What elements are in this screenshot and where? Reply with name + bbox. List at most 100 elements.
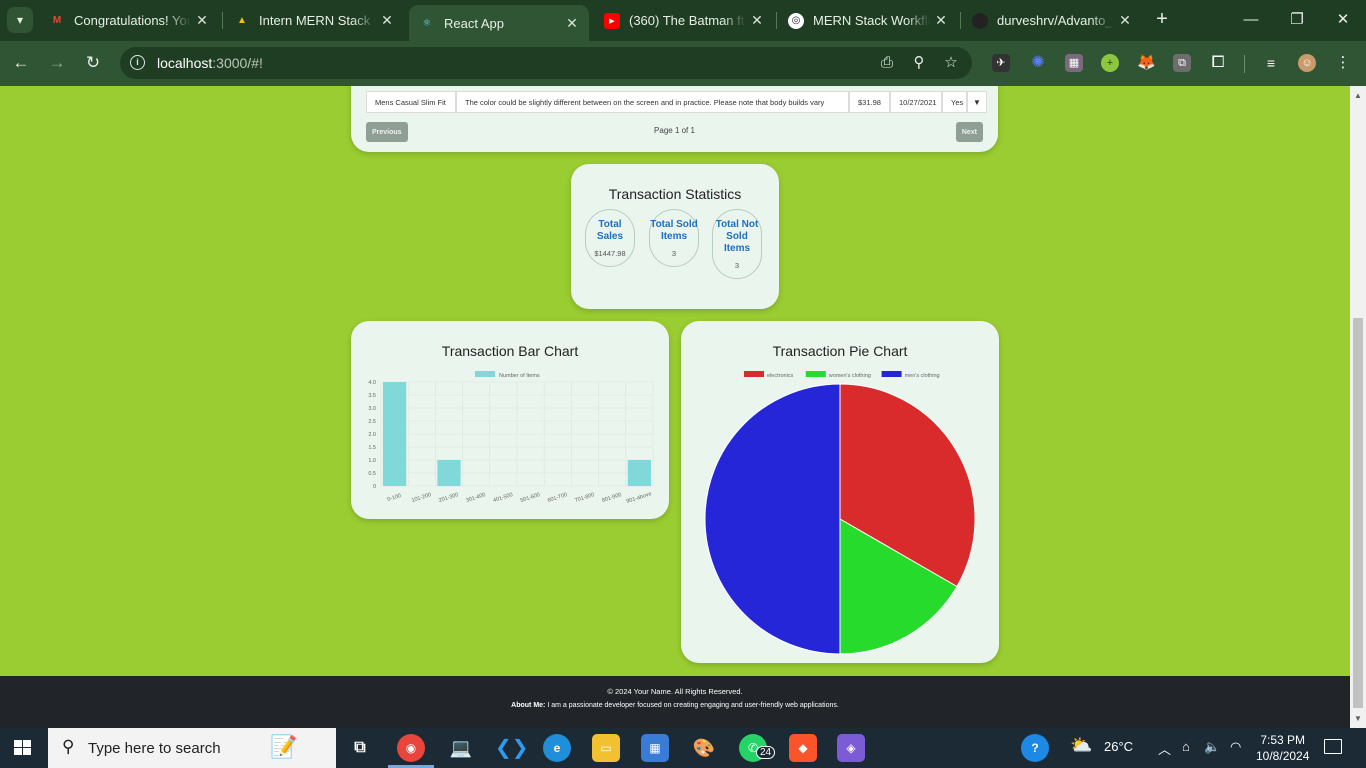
site-info-icon[interactable]: i: [130, 55, 145, 70]
legend-swatch: [475, 371, 495, 377]
profile-avatar[interactable]: ☺: [1298, 54, 1316, 72]
legend-label: electronics: [767, 373, 794, 379]
close-tab-icon[interactable]: ✕: [561, 15, 583, 32]
windows-taskbar: ⚲ Type here to search 📝 ⧉ ◉ 💻 ❮❯ e ▭ ▦ 🎨…: [0, 728, 1366, 768]
bookmark-star-icon[interactable]: ☆: [940, 53, 962, 73]
extension-icon[interactable]: ✺: [1029, 54, 1047, 72]
legend-swatch: [744, 371, 764, 377]
tab-search-button[interactable]: ▾: [7, 7, 33, 33]
zoom-icon[interactable]: ⚲: [908, 53, 930, 73]
reload-button[interactable]: ↻: [80, 50, 106, 76]
edge-icon[interactable]: e: [543, 734, 571, 762]
taskbar-clock[interactable]: 7:53 PM 10/8/2024: [1256, 732, 1309, 764]
page-scrollbar[interactable]: ▲ ▼: [1350, 86, 1366, 728]
stat-total-sold: Total Sold Items 3: [649, 209, 699, 267]
file-explorer-icon[interactable]: ▭: [592, 734, 620, 762]
git-app-icon[interactable]: ◈: [837, 734, 865, 762]
tab-title: Congratulations! You: [74, 13, 191, 28]
close-tab-icon[interactable]: ✕: [1114, 12, 1136, 29]
youtube-icon: ▶: [604, 12, 620, 29]
network-icon[interactable]: ⌂: [1182, 739, 1190, 754]
address-bar[interactable]: i localhost:3000/#! ⎙ ⚲ ☆: [120, 47, 972, 79]
laptop-app-icon[interactable]: 💻: [447, 734, 475, 762]
browser-menu-icon[interactable]: ⋮: [1334, 54, 1352, 72]
page-viewport: Mens Casual Slim Fit The color could be …: [0, 86, 1350, 728]
tab-drive[interactable]: ▲ Intern MERN Stack Co ✕: [224, 6, 404, 35]
y-tick-label: 2.0: [368, 432, 376, 438]
url-text[interactable]: localhost:3000/#!: [157, 55, 263, 71]
stats-title: Transaction Statistics: [608, 186, 742, 202]
cell-title: Mens Casual Slim Fit: [366, 91, 456, 113]
y-tick-label: 1.0: [368, 458, 376, 464]
tab-chatgpt[interactable]: ◎ MERN Stack Workflo ✕: [778, 6, 958, 35]
back-button[interactable]: ←: [8, 50, 34, 76]
taskbar-search[interactable]: ⚲ Type here to search 📝: [48, 728, 336, 768]
x-tick-label: 601-700: [547, 492, 568, 504]
scroll-down-arrow[interactable]: ▼: [1354, 714, 1362, 723]
x-tick-label: 201-300: [438, 492, 459, 504]
close-window-button[interactable]: ✕: [1320, 8, 1366, 32]
stat-label: Total Sales: [596, 219, 624, 242]
close-tab-icon[interactable]: ✕: [191, 12, 213, 29]
windows-start-icon[interactable]: [14, 740, 32, 756]
paint-icon[interactable]: 🎨: [690, 734, 718, 762]
clock-time: 7:53 PM: [1260, 733, 1306, 747]
close-tab-icon[interactable]: ✕: [930, 12, 952, 29]
x-tick-label: 801-900: [601, 492, 622, 504]
gmail-icon: M: [52, 15, 62, 26]
task-view-icon[interactable]: ⧉: [346, 734, 374, 762]
volume-icon[interactable]: 🔈: [1204, 739, 1220, 755]
scroll-up-arrow[interactable]: ▲: [1354, 91, 1362, 100]
wifi-icon[interactable]: ◠: [1230, 739, 1241, 755]
tab-title: Intern MERN Stack Co: [259, 13, 376, 28]
install-app-icon[interactable]: ⎙: [876, 53, 898, 73]
drive-icon: ▲: [237, 15, 247, 26]
page-footer: © 2024 Your Name. All Rights Reserved. A…: [0, 676, 1350, 728]
legend-swatch: [881, 371, 902, 377]
search-placeholder: Type here to search: [88, 740, 221, 757]
cell-description: The color could be slightly different be…: [456, 91, 849, 113]
next-button[interactable]: Next: [955, 122, 983, 142]
chrome-icon[interactable]: ◉: [397, 734, 425, 762]
extension-icon[interactable]: ⧉: [1173, 54, 1191, 72]
new-tab-button[interactable]: +: [1150, 8, 1174, 32]
stat-label: Total Not Sold Items: [715, 219, 759, 254]
extension-icon[interactable]: ▦: [1065, 54, 1083, 72]
restore-button[interactable]: ❐: [1274, 8, 1320, 32]
tab-react-app[interactable]: ⚛ React App ✕: [409, 5, 589, 41]
footer-copyright: © 2024 Your Name. All Rights Reserved.: [607, 687, 743, 696]
media-control-icon[interactable]: ≡: [1262, 54, 1280, 72]
chevron-down-icon[interactable]: ▼: [967, 91, 987, 113]
y-tick-label: 4.0: [368, 380, 376, 386]
tab-youtube[interactable]: ▶ (360) The Batman ft. I ✕: [594, 6, 774, 35]
tab-gmail[interactable]: M Congratulations! You ✕: [39, 6, 219, 35]
scroll-thumb[interactable]: [1353, 318, 1363, 708]
metamask-icon[interactable]: 🦊: [1137, 54, 1156, 72]
help-icon[interactable]: ?: [1021, 734, 1049, 762]
extension-icon[interactable]: +: [1101, 54, 1119, 72]
chevron-up-icon[interactable]: ︿: [1158, 739, 1171, 758]
ms-store-icon[interactable]: ▦: [641, 734, 669, 762]
vscode-icon[interactable]: ❮❯: [495, 734, 529, 762]
stat-value: 3: [734, 261, 740, 270]
weather-temperature[interactable]: 26°C: [1104, 739, 1133, 754]
footer-about: About Me: I am a passionate developer fo…: [0, 702, 1350, 709]
minimize-button[interactable]: —: [1228, 8, 1274, 32]
tab-github[interactable]: durveshrv/Advanto_T ✕: [962, 6, 1142, 35]
brave-icon[interactable]: ◆: [789, 734, 817, 762]
extension-icon[interactable]: ✈: [992, 54, 1010, 72]
footer-about-label: About Me:: [511, 702, 546, 709]
x-tick-label: 0-100: [387, 493, 402, 503]
close-tab-icon[interactable]: ✕: [746, 12, 768, 29]
weather-icon[interactable]: ⛅: [1070, 735, 1092, 756]
notification-icon[interactable]: [1324, 739, 1342, 754]
extensions-puzzle-icon[interactable]: ⧠: [1209, 54, 1227, 72]
x-tick-label: 101-200: [411, 492, 432, 504]
pie-slice: [704, 383, 841, 655]
whatsapp-badge: 24: [756, 746, 776, 759]
tab-separator: [960, 12, 961, 29]
forward-button[interactable]: →: [44, 50, 70, 76]
stat-value: 3: [671, 249, 677, 258]
close-tab-icon[interactable]: ✕: [376, 12, 398, 29]
legend-label: women's clothing: [828, 373, 871, 379]
